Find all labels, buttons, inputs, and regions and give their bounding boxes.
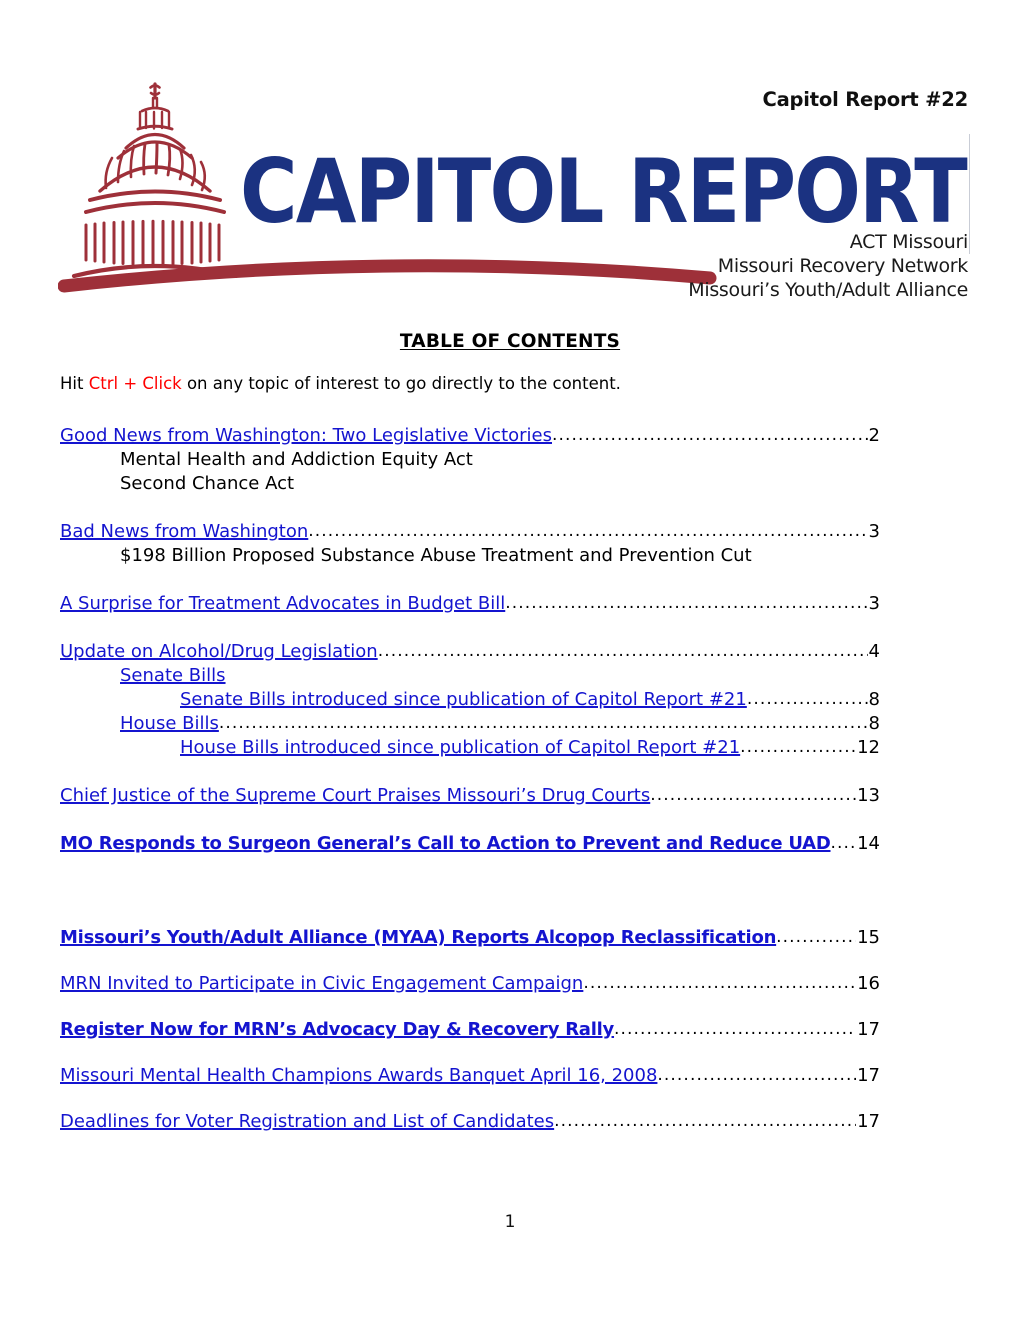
toc-entry-link[interactable]: Chief Justice of the Supreme Court Prais… [60,784,650,808]
toc-entry-link[interactable]: Good News from Washington: Two Legislati… [60,424,552,448]
document-page: Capitol Report #22 CAPITOL REPORT ACT Mi… [0,0,1020,1320]
toc-leader-dots [831,831,857,855]
hint-shortcut-keys: Ctrl + Click [88,374,182,393]
toc-entry-label: Second Chance Act [120,473,295,494]
toc-entry[interactable]: Chief Justice of the Supreme Court Prais… [60,784,880,808]
toc-page-number: 17 [857,1065,880,1086]
toc-page-number: 8 [868,713,880,734]
toc-entry[interactable]: Senate Bills introduced since publicatio… [60,688,880,712]
toc-entry[interactable]: House Bills 8 [60,712,880,736]
toc-page-number: 17 [857,1111,880,1132]
toc-leader-dots [747,687,868,711]
toc-entry-link[interactable]: Missouri Mental Health Champions Awards … [60,1064,657,1088]
toc-page-number: 16 [857,973,880,994]
toc-leader-dots [552,423,868,447]
toc-entry: $198 Billion Proposed Substance Abuse Tr… [60,544,880,568]
org-line-3: Missouri’s Youth/Adult Alliance [688,279,968,301]
toc-entry: Mental Health and Addiction Equity Act [60,448,880,472]
toc-page-number: 17 [857,1019,880,1040]
toc-page-number: 2 [868,425,880,446]
toc-entry-link[interactable]: House Bills [120,712,219,736]
page-number-footer: 1 [504,1212,516,1232]
table-of-contents-heading: TABLE OF CONTENTS [0,331,1020,352]
toc-entry-link[interactable]: MO Responds to Surgeon General’s Call to… [60,832,831,856]
toc-leader-dots [219,711,868,735]
toc-entry[interactable]: Senate Bills [60,664,880,688]
toc-leader-dots [583,971,856,995]
toc-leader-dots [657,1063,856,1087]
toc-page-number: 8 [868,689,880,710]
toc-leader-dots [308,519,867,543]
toc-entry[interactable]: Bad News from Washington 3 [60,520,880,544]
toc-leader-dots [554,1109,856,1133]
toc-entry[interactable]: Update on Alcohol/Drug Legislation 4 [60,640,880,664]
toc-leader-dots [740,735,856,759]
toc-entry-link[interactable]: Missouri’s Youth/Adult Alliance (MYAA) R… [60,926,776,950]
toc-entry-link[interactable]: MRN Invited to Participate in Civic Enga… [60,972,583,996]
toc-entry-link[interactable]: Deadlines for Voter Registration and Lis… [60,1110,554,1134]
toc-entry-link[interactable]: Bad News from Washington [60,520,308,544]
org-line-1: ACT Missouri [849,231,969,253]
toc-page-number: 3 [868,593,880,614]
table-of-contents-heading-text: TABLE OF CONTENTS [399,331,621,352]
toc-entry[interactable]: A Surprise for Treatment Advocates in Bu… [60,592,880,616]
swoosh-rule [57,248,718,294]
hint-prefix: Hit [60,374,89,393]
toc-page-number: 15 [857,927,880,948]
toc-leader-dots [614,1017,856,1041]
toc-leader-dots [650,783,856,807]
toc-entry-link[interactable]: Senate Bills introduced since publicatio… [180,688,747,712]
toc-entry-label: Mental Health and Addiction Equity Act [120,449,473,470]
toc-page-number: 14 [857,833,880,854]
toc-entry[interactable]: Missouri’s Youth/Adult Alliance (MYAA) R… [60,926,880,950]
masthead: Capitol Report #22 CAPITOL REPORT ACT Mi… [57,72,970,301]
toc-entry[interactable]: Deadlines for Voter Registration and Lis… [60,1110,880,1134]
toc-entry-link[interactable]: Update on Alcohol/Drug Legislation [60,640,378,664]
toc-page-number: 13 [857,785,880,806]
svg-text:CAPITOL REPORT: CAPITOL REPORT [240,150,968,236]
toc-entry-link[interactable]: Register Now for MRN’s Advocacy Day & Re… [60,1018,614,1042]
toc-leader-dots [776,925,856,949]
toc-entry-link[interactable]: A Surprise for Treatment Advocates in Bu… [60,592,505,616]
toc-entry[interactable]: Missouri Mental Health Champions Awards … [60,1064,880,1088]
toc-entry: Second Chance Act [60,472,880,496]
toc-entry-link[interactable]: House Bills introduced since publication… [180,736,740,760]
toc-page-number: 4 [868,641,880,662]
ctrl-click-hint: Hit Ctrl + Click on any topic of interes… [60,374,621,393]
toc-entry[interactable]: MRN Invited to Participate in Civic Enga… [60,972,880,996]
toc-entry[interactable]: Good News from Washington: Two Legislati… [60,424,880,448]
toc-page-number: 12 [857,737,880,758]
toc-page-number: 3 [868,521,880,542]
toc-entry-label: $198 Billion Proposed Substance Abuse Tr… [120,545,752,566]
toc-leader-dots [378,639,868,663]
toc-leader-dots [505,591,867,615]
hint-suffix: on any topic of interest to go directly … [181,374,621,393]
toc-entry[interactable]: MO Responds to Surgeon General’s Call to… [60,832,880,856]
issue-number-label: Capitol Report #22 [762,88,968,111]
toc-entry-link[interactable]: Senate Bills [120,664,226,688]
toc-entry[interactable]: House Bills introduced since publication… [60,736,880,760]
organization-list: ACT Missouri Missouri Recovery Network M… [688,230,968,302]
table-of-contents-list: Good News from Washington: Two Legislati… [60,424,880,1134]
toc-entry[interactable]: Register Now for MRN’s Advocacy Day & Re… [60,1018,880,1042]
org-line-2: Missouri Recovery Network [717,255,969,277]
capitol-report-wordmark: CAPITOL REPORT [240,150,970,236]
